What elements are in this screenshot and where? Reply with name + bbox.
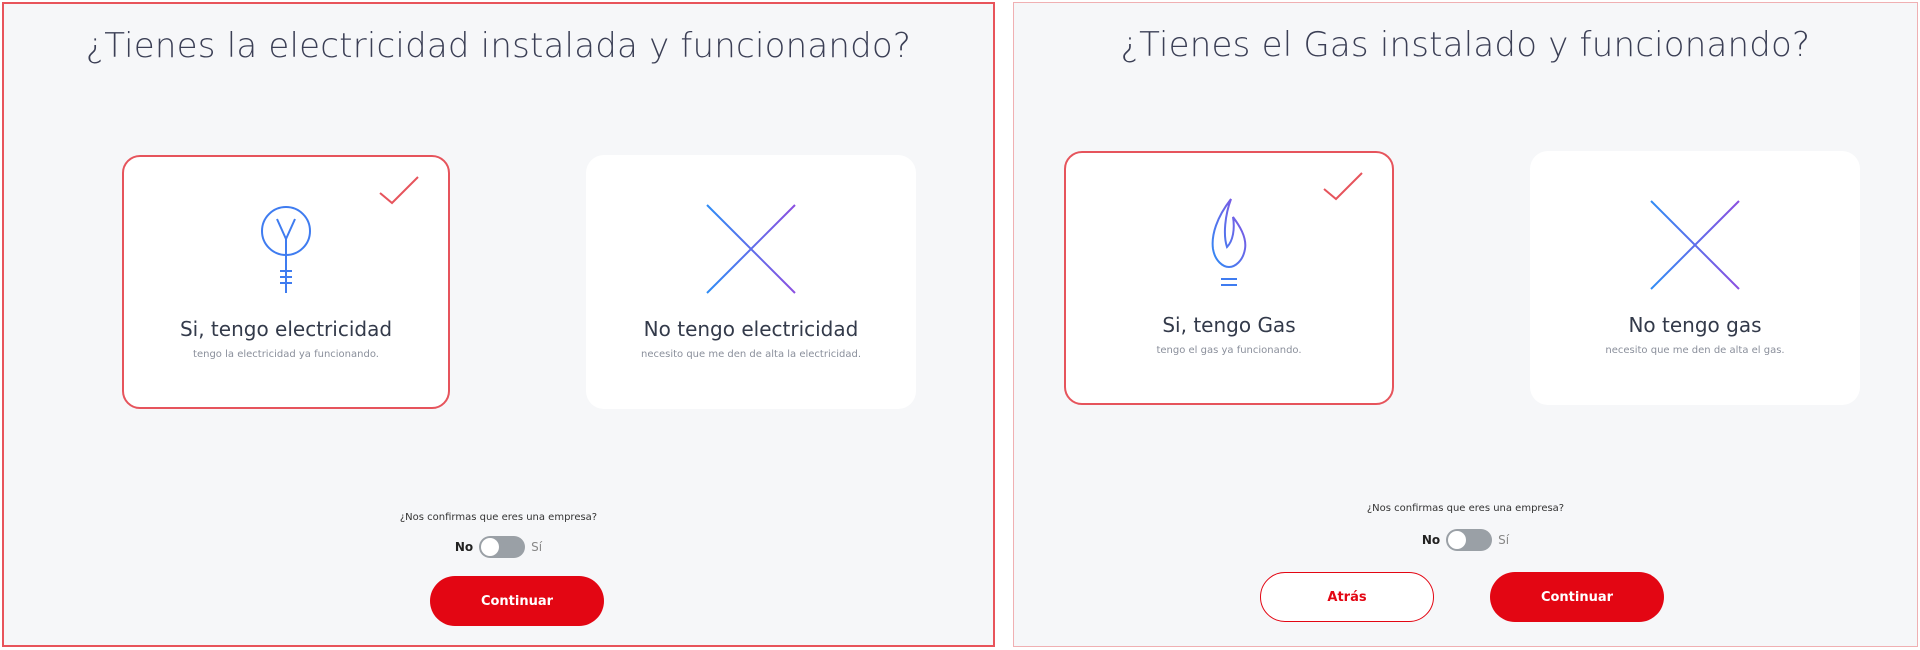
company-question: ¿Nos confirmas que eres una empresa? [1366,503,1565,514]
toggle-knob [481,538,500,556]
continue-button[interactable]: Continuar [1490,572,1664,622]
company-toggle-row: No Sí [4,536,993,558]
option-yes-gas-card[interactable]: Si, tengo Gas tengo el gas ya funcionand… [1064,151,1394,405]
toggle-no-label: No [1421,533,1441,547]
gas-flame-icon [1066,195,1392,295]
electricity-panel: ¿Tienes la electricidad instalada y func… [2,2,995,647]
option-subtitle: necesito que me den de alta la electrici… [640,349,862,360]
company-question: ¿Nos confirmas que eres una empresa? [399,512,598,523]
continue-button[interactable]: Continuar [430,576,604,626]
option-title: Si, tengo Gas [1162,313,1296,337]
option-no-electricity-card[interactable]: No tengo electricidad necesito que me de… [586,155,916,409]
back-button[interactable]: Atrás [1260,572,1434,622]
company-toggle[interactable] [479,536,526,558]
toggle-si-label: Sí [531,540,543,554]
x-icon [1532,195,1858,295]
option-title: Si, tengo electricidad [179,317,393,341]
option-subtitle: tengo el gas ya funcionando. [1156,345,1302,356]
toggle-knob [1448,531,1467,549]
lightbulb-icon [124,199,448,299]
page-title: ¿Tienes el Gas instalado y funcionando? [1120,25,1811,65]
option-title: No tengo gas [1628,313,1762,337]
company-toggle-row: No Sí [1014,529,1917,551]
option-title: No tengo electricidad [643,317,859,341]
toggle-si-label: Sí [1498,533,1510,547]
option-no-gas-card[interactable]: No tengo gas necesito que me den de alta… [1530,151,1860,405]
option-subtitle: necesito que me den de alta el gas. [1605,345,1785,356]
option-yes-electricity-card[interactable]: Si, tengo electricidad tengo la electric… [122,155,450,409]
toggle-no-label: No [454,540,474,554]
option-subtitle: tengo la electricidad ya funcionando. [193,349,379,360]
company-toggle[interactable] [1446,529,1493,551]
gas-panel: ¿Tienes el Gas instalado y funcionando? … [1013,2,1918,647]
page-title: ¿Tienes la electricidad instalada y func… [85,26,912,66]
x-icon [588,199,914,299]
